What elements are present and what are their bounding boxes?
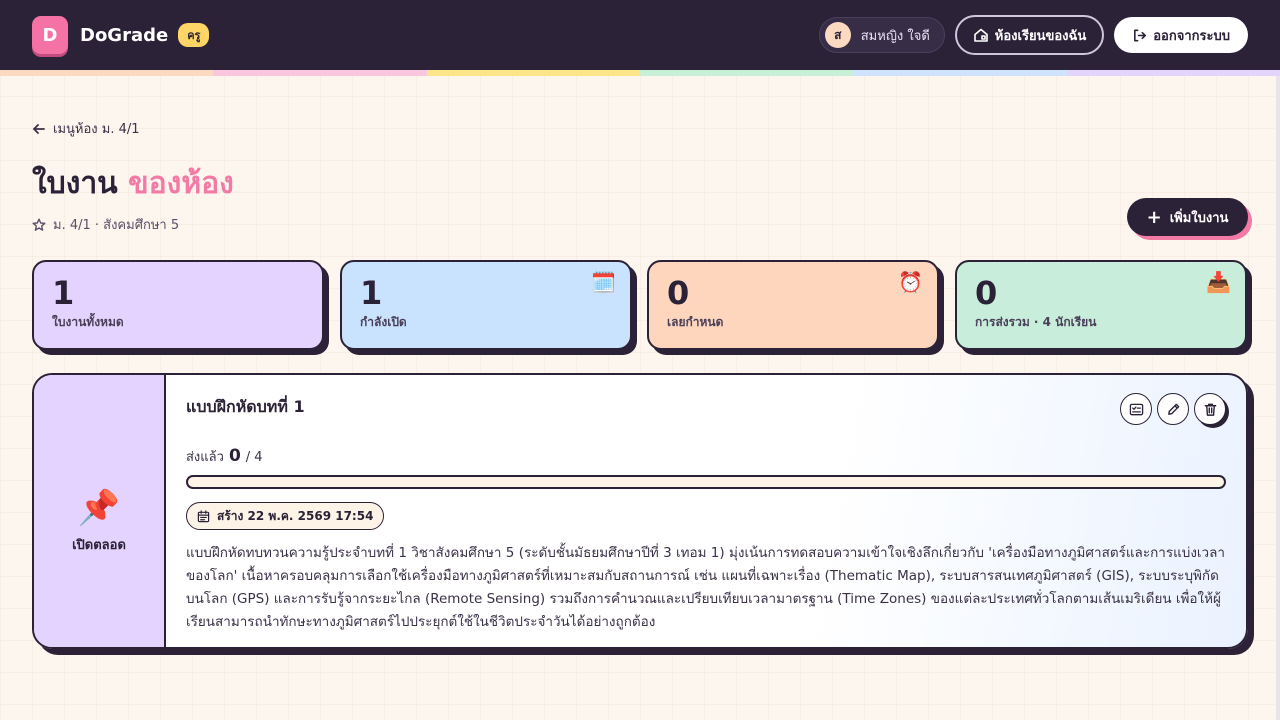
rainbow-segment bbox=[0, 70, 214, 76]
logout-icon bbox=[1134, 29, 1147, 41]
stat-card-total: 1 ใบงานทั้งหมด bbox=[32, 260, 324, 350]
rainbow-segment bbox=[1066, 70, 1280, 76]
add-worksheet-label: เพิ่มใบงาน bbox=[1169, 210, 1229, 226]
submission-progress-bar bbox=[186, 475, 1226, 489]
stat-label: ใบงานทั้งหมด bbox=[52, 315, 124, 330]
logout-label: ออกจากระบบ bbox=[1153, 28, 1230, 44]
stat-label: เลยกำหนด bbox=[667, 315, 724, 330]
pencil-icon bbox=[1167, 403, 1179, 415]
user-name: สมหญิง ใจดี bbox=[860, 28, 930, 44]
top-navbar: D DoGrade ครู ส สมหญิง ใจดี ห้องเรียนของ… bbox=[0, 0, 1280, 70]
stat-card-submissions: 📥 0 การส่งรวม · 4 นักเรียน bbox=[955, 260, 1247, 350]
stat-label: กำลังเปิด bbox=[360, 315, 407, 330]
stat-value: 0 bbox=[667, 274, 690, 312]
edit-button[interactable] bbox=[1157, 393, 1189, 425]
rainbow-strip bbox=[0, 70, 1280, 76]
plus-icon: + bbox=[1146, 206, 1162, 228]
user-chip[interactable]: ส สมหญิง ใจดี bbox=[818, 17, 945, 53]
submitted-count: 0 bbox=[228, 446, 241, 466]
stat-value: 0 bbox=[975, 274, 998, 312]
rainbow-segment bbox=[853, 70, 1067, 76]
alarm-clock-icon: ⏰ bbox=[898, 270, 923, 294]
trash-icon bbox=[1204, 403, 1216, 416]
page-title-accent: ของห้อง bbox=[128, 166, 234, 201]
logout-button[interactable]: ออกจากระบบ bbox=[1114, 17, 1248, 53]
stat-card-overdue: ⏰ 0 เลยกำหนด bbox=[647, 260, 939, 350]
stat-value: 1 bbox=[52, 274, 75, 312]
home-icon bbox=[973, 28, 988, 42]
worksheet-card[interactable]: 📌 เปิดตลอด แบบฝึกหัดบทที่ 1 ส่งแล้ว 0 / … bbox=[32, 373, 1248, 649]
stat-value: 1 bbox=[360, 274, 383, 312]
page-subtitle: ม. 4/1 · สังคมศึกษา 5 bbox=[32, 214, 179, 235]
page-title-main: ใบงาน bbox=[32, 166, 129, 201]
rainbow-segment bbox=[639, 70, 854, 76]
add-worksheet-button[interactable]: + เพิ่มใบงาน bbox=[1127, 198, 1248, 236]
submitted-prefix: ส่งแล้ว bbox=[186, 450, 224, 465]
calendar-icon: 🗓️ bbox=[591, 270, 616, 294]
submission-count: ส่งแล้ว 0 / 4 bbox=[186, 446, 1226, 467]
delete-button[interactable] bbox=[1194, 393, 1226, 425]
worksheet-body: แบบฝึกหัดบทที่ 1 ส่งแล้ว 0 / 4 สร้าง 22 … bbox=[166, 375, 1246, 647]
worksheet-description: แบบฝึกหัดทบทวนความรู้ประจำบทที่ 1 วิชาสั… bbox=[186, 545, 1225, 630]
scrollbar[interactable] bbox=[1276, 76, 1280, 720]
star-icon bbox=[32, 218, 46, 231]
brand-name: DoGrade bbox=[80, 24, 169, 46]
worksheet-status-panel: 📌 เปิดตลอด bbox=[34, 375, 166, 647]
app-logo[interactable]: D bbox=[32, 16, 68, 54]
worksheet-actions bbox=[1115, 393, 1226, 425]
rainbow-segment bbox=[426, 70, 640, 76]
subtitle-text: ม. 4/1 · สังคมศึกษา 5 bbox=[53, 218, 180, 233]
avatar: ส bbox=[824, 22, 851, 48]
created-date-badge: สร้าง 22 พ.ค. 2569 17:54 bbox=[186, 502, 385, 530]
worksheet-title[interactable]: แบบฝึกหัดบทที่ 1 bbox=[186, 395, 1226, 420]
calendar-icon bbox=[197, 509, 210, 522]
stat-label: การส่งรวม · 4 นักเรียน bbox=[975, 315, 1097, 330]
my-classroom-button[interactable]: ห้องเรียนของฉัน bbox=[954, 15, 1105, 55]
back-link-label: เมนูห้อง ม. 4/1 bbox=[53, 122, 140, 137]
submitted-total: / 4 bbox=[245, 450, 263, 465]
pushpin-icon: 📌 bbox=[77, 487, 121, 528]
rainbow-segment bbox=[213, 70, 427, 76]
worksheet-status-label: เปิดตลอด bbox=[72, 537, 126, 553]
stat-card-open: 🗓️ 1 กำลังเปิด bbox=[340, 260, 632, 350]
inbox-tray-icon: 📥 bbox=[1206, 270, 1231, 294]
grade-button[interactable] bbox=[1120, 393, 1152, 425]
created-date-label: สร้าง 22 พ.ค. 2569 17:54 bbox=[217, 508, 374, 523]
arrow-left-icon bbox=[33, 123, 45, 134]
checklist-icon bbox=[1129, 403, 1143, 415]
page-title: ใบงาน ของห้อง bbox=[32, 160, 234, 207]
back-link[interactable]: เมนูห้อง ม. 4/1 bbox=[32, 118, 140, 139]
my-classroom-label: ห้องเรียนของฉัน bbox=[994, 28, 1087, 44]
role-badge: ครู bbox=[178, 23, 210, 47]
